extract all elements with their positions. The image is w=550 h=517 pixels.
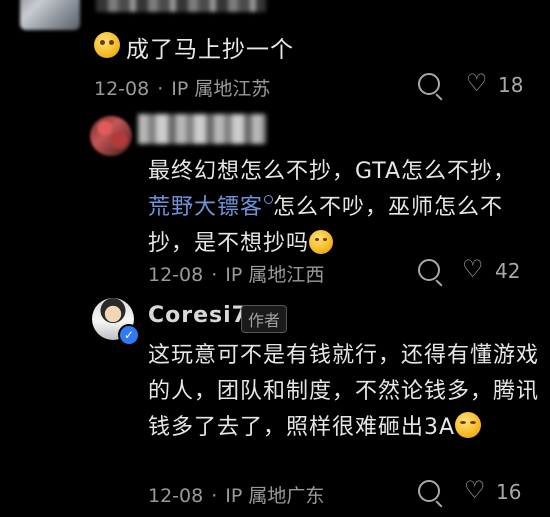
like-count: 42 <box>495 259 521 283</box>
avatar-blurred[interactable] <box>90 116 132 156</box>
rofl-emoji <box>455 412 482 438</box>
comment-meta: 12-08 · IP 属地江苏 <box>94 74 270 101</box>
comment-text: 最终幻想怎么不抄，GTA怎么不抄，荒野大镖客 怎么不吵，巫师怎么不抄，是不想抄吗 <box>148 154 538 262</box>
meta-separator: · <box>157 78 164 100</box>
reply-icon[interactable] <box>418 73 440 95</box>
comment-meta: 12-08 · IP 属地广东 <box>148 481 324 508</box>
topic-link[interactable]: 荒野大镖客 <box>148 195 263 220</box>
like-count: 16 <box>496 480 522 504</box>
ip-location: IP 属地广东 <box>225 485 325 507</box>
search-icon <box>264 195 274 204</box>
comment-date: 12-08 <box>148 264 204 286</box>
heart-icon[interactable]: ♡ <box>462 257 484 281</box>
comment-date: 12-08 <box>148 485 204 507</box>
comment-date: 12-08 <box>94 78 150 100</box>
author-name[interactable]: Coresi7 <box>148 303 248 328</box>
author-badge: 作者 <box>241 305 288 333</box>
verified-check-icon: ✓ <box>118 324 140 346</box>
heart-icon[interactable]: ♡ <box>464 478 486 502</box>
ip-location: IP 属地江西 <box>225 264 325 286</box>
meta-separator: · <box>211 485 218 507</box>
heart-icon[interactable]: ♡ <box>466 71 488 95</box>
meta-separator: · <box>211 264 218 286</box>
avatar-blurred[interactable] <box>20 0 80 30</box>
ip-location: IP 属地江苏 <box>171 78 271 100</box>
grin-sweat-emoji <box>309 230 334 254</box>
comment-text: 成了马上抄一个 <box>126 37 294 63</box>
reply-icon[interactable] <box>418 259 440 281</box>
reply-icon[interactable] <box>418 480 440 502</box>
comment-text-part: 最终幻想怎么不抄，GTA怎么不抄， <box>148 159 517 184</box>
like-count: 18 <box>498 73 524 97</box>
drool-face-emoji <box>94 32 120 58</box>
comment-text: 这玩意可不是有钱就行，还得有懂游戏的人，团队和制度，不然论钱多，腾讯钱多了去了，… <box>148 338 540 446</box>
username-blurred[interactable] <box>138 114 266 144</box>
comment-meta: 12-08 · IP 属地江西 <box>148 260 324 287</box>
username-blurred[interactable] <box>96 0 266 12</box>
